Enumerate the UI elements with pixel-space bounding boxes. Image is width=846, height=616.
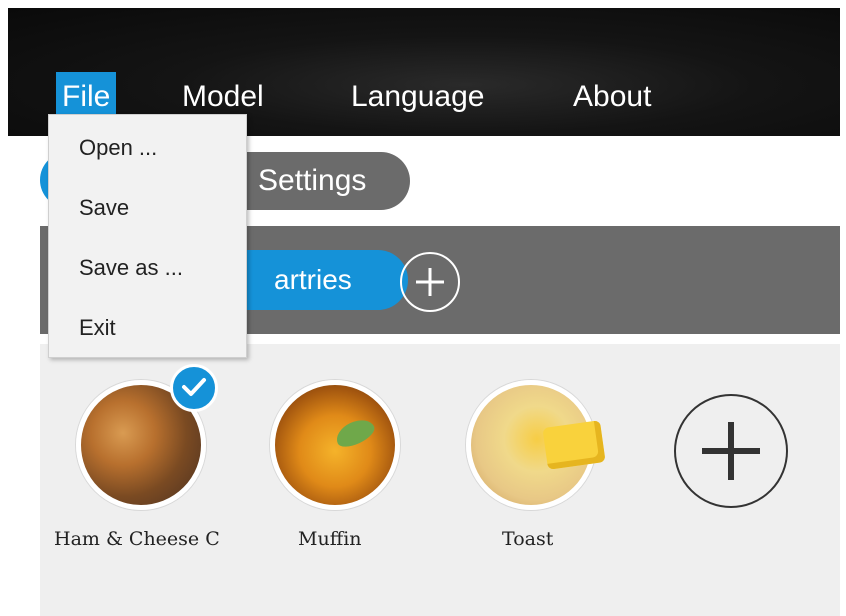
butter-decoration bbox=[542, 420, 606, 470]
muffin-image[interactable] bbox=[270, 380, 400, 510]
menu-item-save[interactable]: Save bbox=[79, 195, 129, 221]
menu-about[interactable]: About bbox=[573, 72, 651, 122]
menu-item-exit[interactable]: Exit bbox=[79, 315, 116, 341]
file-dropdown-menu: Open ... Save Save as ... Exit bbox=[48, 114, 247, 358]
add-category-icon[interactable] bbox=[400, 252, 460, 312]
recipe-name: Toast bbox=[502, 528, 554, 550]
recipe-name: Ham & Cheese C bbox=[54, 528, 220, 550]
category-chip-active[interactable]: artries bbox=[240, 250, 408, 310]
recipe-name: Muffin bbox=[298, 528, 362, 550]
tab-settings[interactable]: Settings bbox=[220, 152, 410, 210]
menu-item-open[interactable]: Open ... bbox=[79, 135, 157, 161]
menu-language[interactable]: Language bbox=[351, 72, 484, 122]
recipe-panel: Ham & Cheese C Muffin Toast bbox=[40, 344, 840, 616]
add-recipe-icon[interactable] bbox=[674, 394, 788, 508]
menu-item-save-as[interactable]: Save as ... bbox=[79, 255, 183, 281]
checkmark-icon bbox=[170, 364, 218, 412]
